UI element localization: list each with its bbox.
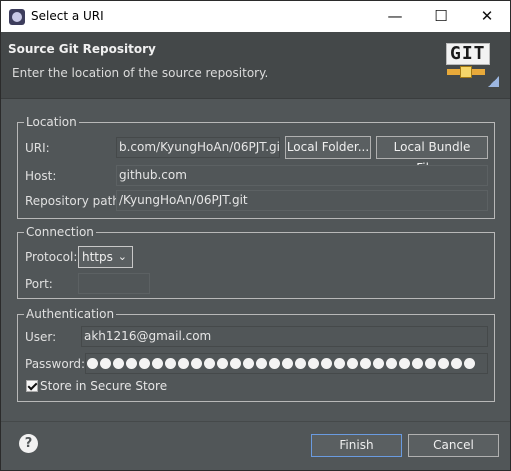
password-mask-dot bbox=[373, 358, 384, 369]
uri-input[interactable]: b.com/KyungHoAn/06PJT.git bbox=[116, 137, 280, 158]
password-mask-dot bbox=[100, 358, 111, 369]
window-title: Select a URI bbox=[31, 9, 104, 23]
store-secure-checkbox[interactable] bbox=[26, 380, 38, 392]
password-mask-dot bbox=[386, 358, 397, 369]
password-mask-dot bbox=[438, 358, 449, 369]
password-input[interactable] bbox=[85, 353, 488, 374]
cancel-button[interactable]: Cancel bbox=[408, 434, 499, 457]
select-uri-dialog: Select a URI — ☐ ✕ Source Git Repository… bbox=[0, 0, 511, 471]
user-input[interactable]: akh1216@gmail.com bbox=[81, 326, 488, 347]
password-mask-dot bbox=[334, 358, 345, 369]
authentication-legend: Authentication bbox=[24, 306, 117, 322]
port-field[interactable] bbox=[78, 273, 150, 294]
password-label: Password: bbox=[25, 357, 86, 371]
title-bar: Select a URI — ☐ ✕ bbox=[1, 1, 510, 32]
password-mask-dot bbox=[256, 358, 267, 369]
footer-separator bbox=[1, 421, 510, 422]
password-mask-dot bbox=[113, 358, 124, 369]
password-mask-dot bbox=[412, 358, 423, 369]
banner-description: Enter the location of the source reposit… bbox=[12, 66, 269, 80]
password-mask-dot bbox=[425, 358, 436, 369]
git-logo-text: GIT bbox=[446, 43, 490, 65]
help-icon[interactable]: ? bbox=[19, 434, 38, 453]
local-folder-button[interactable]: Local Folder... bbox=[285, 136, 371, 159]
repository-path-field[interactable]: /KyungHoAn/06PJT.git bbox=[116, 190, 488, 211]
password-mask-dot bbox=[464, 358, 475, 369]
host-label: Host: bbox=[25, 169, 57, 183]
repository-path-label: Repository path: bbox=[25, 194, 124, 208]
password-mask-dot bbox=[282, 358, 293, 369]
local-bundle-file-button[interactable]: Local Bundle File... bbox=[376, 136, 488, 175]
port-label: Port: bbox=[25, 277, 53, 291]
wizard-wand-icon bbox=[488, 76, 499, 87]
password-mask-dot bbox=[295, 358, 306, 369]
password-mask-dot bbox=[243, 358, 254, 369]
password-mask-dot bbox=[191, 358, 202, 369]
host-field[interactable]: github.com bbox=[116, 165, 488, 186]
chevron-down-icon: ⌄ bbox=[117, 250, 127, 263]
wizard-banner: Source Git Repository Enter the location… bbox=[1, 32, 510, 99]
password-mask-dot bbox=[360, 358, 371, 369]
protocol-select[interactable]: https ⌄ bbox=[78, 246, 133, 268]
password-mask-dot bbox=[165, 358, 176, 369]
store-secure-label[interactable]: Store in Secure Store bbox=[40, 379, 167, 393]
password-mask-dot bbox=[87, 358, 98, 369]
password-mask-dot bbox=[217, 358, 228, 369]
password-mask-dot bbox=[139, 358, 150, 369]
finish-button[interactable]: Finish bbox=[311, 434, 402, 457]
password-mask-dot bbox=[308, 358, 319, 369]
password-mask-dot bbox=[451, 358, 462, 369]
minimize-button[interactable]: — bbox=[372, 1, 418, 32]
password-mask-dot bbox=[269, 358, 280, 369]
maximize-button[interactable]: ☐ bbox=[418, 1, 464, 32]
eclipse-icon bbox=[9, 9, 25, 25]
banner-title: Source Git Repository bbox=[8, 42, 156, 56]
password-mask-dot bbox=[178, 358, 189, 369]
close-button[interactable]: ✕ bbox=[464, 1, 510, 32]
uri-label: URI: bbox=[25, 141, 50, 155]
protocol-label: Protocol: bbox=[25, 250, 78, 264]
connection-legend: Connection bbox=[24, 224, 96, 240]
password-mask-dot bbox=[126, 358, 137, 369]
git-logo-icon: GIT bbox=[443, 42, 501, 90]
password-mask-dot bbox=[152, 358, 163, 369]
git-logo-knob bbox=[460, 66, 472, 78]
password-mask-dot bbox=[230, 358, 241, 369]
password-mask-dot bbox=[399, 358, 410, 369]
password-mask-dot bbox=[204, 358, 215, 369]
protocol-value: https bbox=[82, 250, 113, 264]
location-legend: Location bbox=[24, 114, 79, 130]
user-label: User: bbox=[25, 330, 57, 344]
password-mask-dot bbox=[321, 358, 332, 369]
password-mask-dot bbox=[347, 358, 358, 369]
